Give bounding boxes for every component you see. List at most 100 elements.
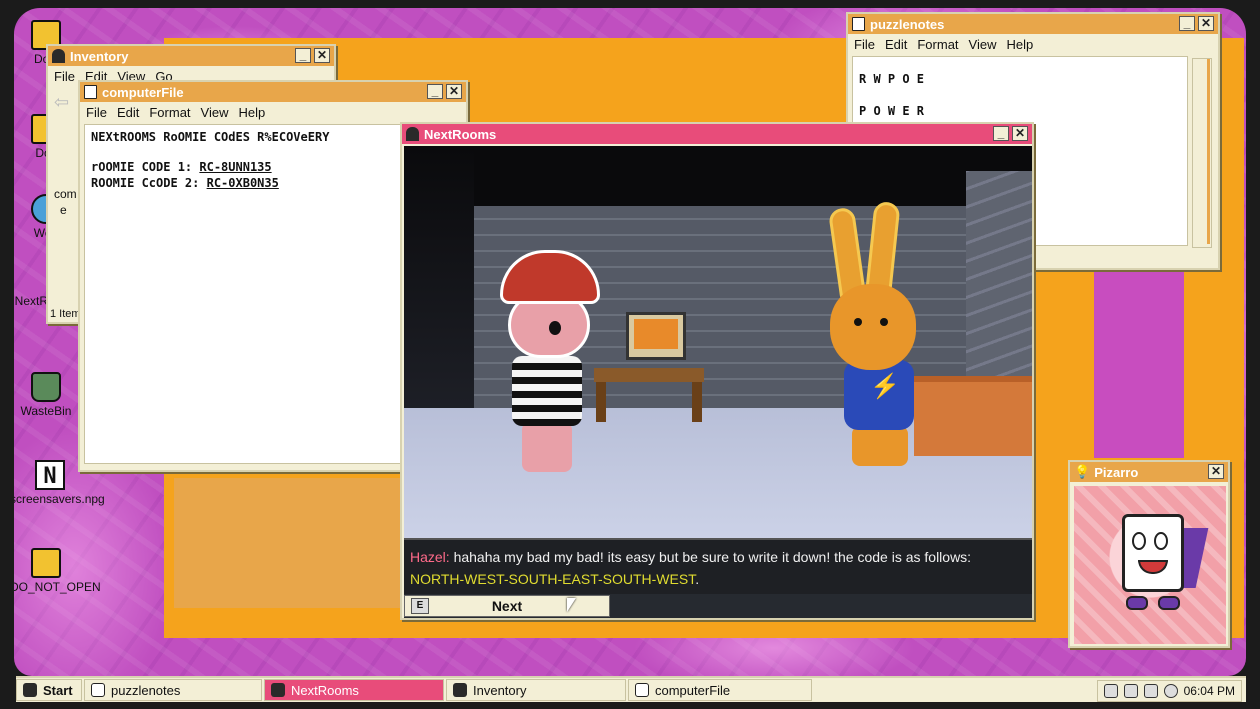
volume-icon[interactable] (1143, 684, 1158, 698)
hazel-body (512, 356, 582, 426)
pizarro-body (1122, 514, 1184, 592)
notes-line-1: R W P O E (859, 72, 925, 86)
desktop-icon-do-not-open[interactable]: DO_NOT_OPEN (14, 548, 101, 594)
pizarro-title: Pizarro (1094, 464, 1139, 480)
bed (914, 376, 1032, 456)
nextrooms-icon (271, 683, 285, 697)
taskbar-item-label: puzzlenotes (111, 682, 181, 698)
key-hint: E (411, 598, 429, 614)
dialog-text: hahaha my bad my bad! its easy but be su… (449, 549, 972, 565)
bunny-legs (852, 426, 908, 466)
taskbar-item-nextrooms[interactable]: NextRooms (264, 679, 444, 701)
menu-edit[interactable]: Edit (885, 37, 907, 52)
desktop: Dow Doc Web NextRooms WasteBin N screens… (14, 8, 1246, 676)
inventory-item-text: com (54, 187, 77, 201)
computer-screen (634, 319, 678, 349)
bunny-eye (854, 318, 862, 326)
puzzlenotes-title: puzzlenotes (870, 16, 945, 32)
pizarro-titlebar[interactable]: 💡 Pizarro ✕ (1070, 462, 1228, 482)
game-scene[interactable]: ⚡ (404, 146, 1032, 538)
note-file-icon (84, 85, 97, 99)
hazel-legs (522, 422, 572, 472)
computerfile-menubar: File Edit Format View Help (80, 102, 466, 122)
menu-file[interactable]: File (54, 69, 75, 84)
taskbar-item-label: computerFile (655, 682, 731, 698)
hazel-eye (549, 321, 561, 335)
lightbulb-icon[interactable] (1103, 684, 1118, 698)
bunny-eye (880, 318, 888, 326)
mouse-cursor-icon (567, 598, 576, 612)
pizarro-window[interactable]: 💡 Pizarro ✕ (1068, 460, 1230, 648)
note-file-icon: N (35, 460, 65, 490)
puzzlenotes-titlebar[interactable]: puzzlenotes _ ✕ (848, 14, 1218, 34)
inventory-title: Inventory (70, 48, 129, 64)
inventory-back-arrow-icon[interactable]: ⇦ (54, 92, 69, 113)
close-button[interactable]: ✕ (314, 48, 330, 63)
menu-edit[interactable]: Edit (117, 105, 139, 120)
close-button[interactable]: ✕ (1198, 16, 1214, 31)
menu-file[interactable]: File (86, 105, 107, 120)
computer-object[interactable] (626, 312, 686, 360)
folder-icon (31, 548, 61, 578)
menu-view[interactable]: View (969, 37, 997, 52)
menu-help[interactable]: Help (238, 105, 265, 120)
puzzlenotes-menubar: File Edit Format View Help (848, 34, 1218, 54)
start-logo-icon (23, 683, 37, 697)
sync-icon[interactable] (1163, 684, 1178, 698)
pizarro-foot (1158, 596, 1180, 610)
taskbar-item-label: NextRooms (291, 682, 359, 698)
start-button[interactable]: Start (16, 679, 82, 701)
bunny-head[interactable] (830, 284, 916, 370)
roomie-code-1: RC-8UNN135 (199, 160, 272, 174)
menu-format[interactable]: Format (917, 37, 958, 52)
minimize-button[interactable]: _ (427, 84, 443, 99)
pizarro-eye (1132, 532, 1146, 550)
wallpaper-panel-inner (174, 478, 414, 608)
pizarro-portrait[interactable] (1074, 486, 1226, 644)
menu-view[interactable]: View (201, 105, 229, 120)
dialog-box: Hazel: hahaha my bad my bad! its easy bu… (404, 538, 1032, 594)
nextrooms-window[interactable]: NextRooms _ ✕ ⚡ Hazel: hahaha my bad my … (400, 122, 1034, 620)
dialog-speaker: Hazel: (410, 549, 450, 565)
note-file-icon (852, 17, 865, 31)
scrollbar[interactable] (1192, 58, 1212, 248)
close-button[interactable]: ✕ (1208, 464, 1224, 479)
taskbar-item-computerfile[interactable]: computerFile (628, 679, 812, 701)
taskbar-item-inventory[interactable]: Inventory (446, 679, 626, 701)
minimize-button[interactable]: _ (295, 48, 311, 63)
inventory-item-label[interactable]: com e (54, 186, 77, 218)
system-tray: 06:04 PM (1096, 680, 1242, 702)
code-label: ROOMIE CcODE 2: (91, 176, 207, 190)
desktop-icon-label: WasteBin (20, 404, 72, 418)
start-label: Start (43, 682, 73, 698)
computerfile-titlebar[interactable]: computerFile _ ✕ (80, 82, 466, 102)
network-icon[interactable] (1123, 684, 1138, 698)
nextrooms-titlebar[interactable]: NextRooms _ ✕ (402, 124, 1032, 144)
menu-file[interactable]: File (854, 37, 875, 52)
desktop-icon-label: DO_NOT_OPEN (14, 580, 101, 594)
close-button[interactable]: ✕ (446, 84, 462, 99)
next-button[interactable]: E Next (404, 595, 610, 617)
close-button[interactable]: ✕ (1012, 126, 1028, 141)
dialog-code: NORTH-WEST-SOUTH-EAST-SOUTH-WEST (410, 571, 696, 587)
clock: 06:04 PM (1183, 684, 1235, 698)
inventory-titlebar[interactable]: Inventory _ ✕ (48, 46, 334, 66)
screen: Dow Doc Web NextRooms WasteBin N screens… (0, 0, 1260, 709)
waste-bin-icon (31, 372, 61, 402)
taskbar-item-puzzlenotes[interactable]: puzzlenotes (84, 679, 262, 701)
taskbar: Start puzzlenotes NextRooms Inventory co… (16, 676, 1246, 702)
lightbulb-icon: 💡 (1074, 464, 1091, 479)
minimize-button[interactable]: _ (993, 126, 1009, 141)
scrollbar-thumb[interactable] (1194, 59, 1210, 244)
code-label: rOOMIE CODE 1: (91, 160, 200, 174)
desktop-icon-wastebin[interactable]: WasteBin (14, 372, 82, 418)
menu-help[interactable]: Help (1006, 37, 1033, 52)
dialog-controls: E Next (404, 594, 1032, 618)
minimize-button[interactable]: _ (1179, 16, 1195, 31)
nextrooms-icon (406, 127, 419, 141)
inventory-item-text-2: e (60, 203, 67, 217)
room-dark-corner (404, 146, 474, 446)
desktop-icon-label: screensavers.npg (14, 492, 105, 506)
menu-format[interactable]: Format (149, 105, 190, 120)
note-file-icon (91, 683, 105, 697)
